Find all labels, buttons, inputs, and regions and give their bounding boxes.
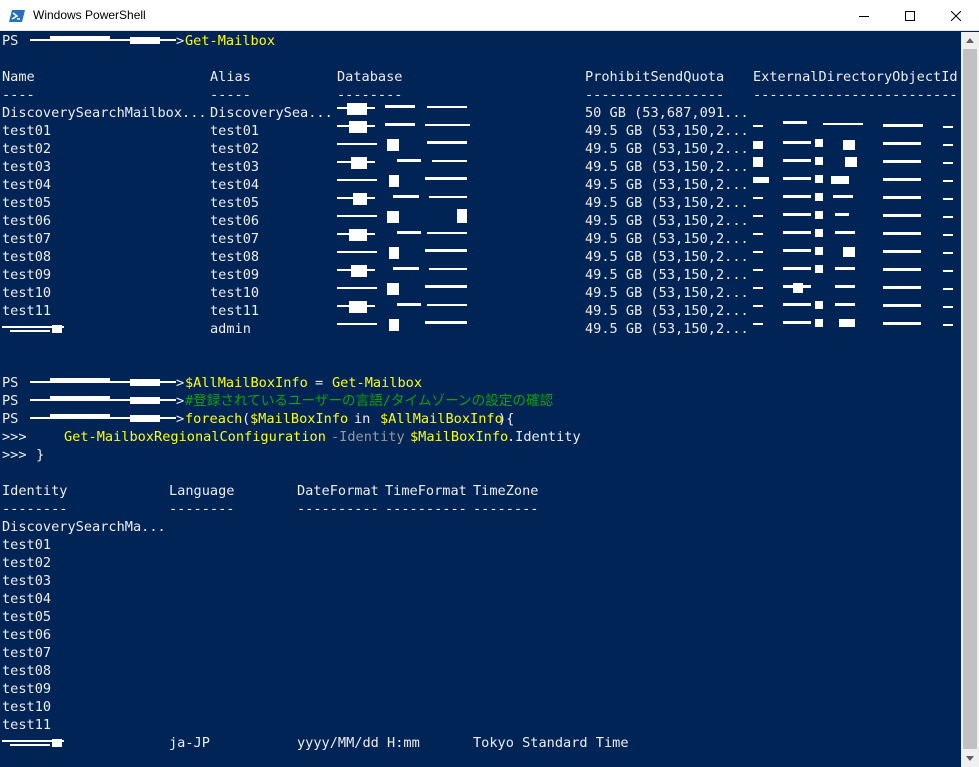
table-row: ja-JP yyyy/MM/dd H:mm Tokyo Standard Tim… <box>2 734 629 752</box>
minimize-button[interactable] <box>841 0 887 31</box>
table-row: admin 49.5 GB (53,150,2... <box>2 320 749 338</box>
table-row: DiscoverySearchMailbox... DiscoverySea..… <box>2 105 749 121</box>
powershell-icon <box>9 10 25 22</box>
prompt-arrow: > <box>176 33 185 49</box>
prompt-line: PS > Get-Mailbox <box>2 32 275 50</box>
redacted-path <box>30 414 176 422</box>
col-name: Name <box>2 69 35 85</box>
redacted-name <box>2 325 64 333</box>
prompt-line: PS > $AllMailBoxInfo = Get-Mailbox <box>2 375 423 391</box>
maximize-icon <box>905 10 915 21</box>
table-row: test02 test02 49.5 GB (53,150,2... <box>2 141 749 157</box>
ps-label: PS <box>2 33 19 49</box>
table-row: test07 test07 49.5 GB (53,150,2... <box>2 231 749 247</box>
close-icon <box>951 10 961 21</box>
table-row: test01 test01 49.5 GB (53,150,2... <box>2 123 749 139</box>
console-output[interactable]: PS > Get-Mailbox Name Alias Database Pro… <box>0 32 961 767</box>
scroll-up-button[interactable] <box>961 32 979 49</box>
chevron-down-icon <box>966 756 974 761</box>
table-header: Name Alias Database ProhibitSendQuota Ex… <box>2 68 958 86</box>
window-title: Windows PowerShell <box>33 8 146 22</box>
table-row: test11 test11 49.5 GB (53,150,2... <box>2 303 749 319</box>
col-database: Database <box>337 69 403 85</box>
minimize-icon <box>859 15 869 17</box>
col-alias: Alias <box>210 69 251 85</box>
maximize-button[interactable] <box>887 0 933 31</box>
table-row: test09 test09 49.5 GB (53,150,2... <box>2 267 749 283</box>
redacted-database-column <box>337 103 470 331</box>
table-row: test08 test08 49.5 GB (53,150,2... <box>2 249 749 265</box>
close-button[interactable] <box>933 0 979 31</box>
col-quota: ProhibitSendQuota <box>585 69 725 85</box>
col-dateformat: DateFormat <box>297 483 379 499</box>
prompt-line: PS > #登録されているユーザーの言語/タイムゾーンの設定の確認 <box>2 393 554 409</box>
table-row: test06 test06 49.5 GB (53,150,2... <box>2 213 749 229</box>
redacted-objectid-column <box>753 121 953 327</box>
col-timeformat: TimeFormat <box>385 483 467 499</box>
command-text: Get-Mailbox <box>185 33 276 49</box>
table-row: test04 test04 49.5 GB (53,150,2... <box>2 177 749 193</box>
col-identity: Identity <box>2 483 68 499</box>
col-language: Language <box>169 483 235 499</box>
comment-text: #登録されているユーザーの言語/タイムゾーンの設定の確認 <box>185 393 554 409</box>
continuation-line: >>> Get-MailboxRegionalConfiguration -Id… <box>2 429 581 445</box>
table-underline: -------- -------- ---------- ---------- … <box>2 501 539 517</box>
continuation-line: >>> } <box>2 447 45 463</box>
table-header: Identity Language DateFormat TimeFormat … <box>2 482 538 500</box>
table-underline: ---- ----- -------- ----------------- --… <box>2 87 958 103</box>
vertical-scrollbar[interactable] <box>961 32 979 767</box>
scrollbar-thumb[interactable] <box>963 49 977 749</box>
redacted-path <box>30 396 176 404</box>
col-timezone: TimeZone <box>473 483 539 499</box>
table-row: test05 test05 49.5 GB (53,150,2... <box>2 195 749 211</box>
prompt-line: PS > foreach ( $MailBoxInfo in $AllMailB… <box>2 411 515 427</box>
chevron-up-icon <box>966 38 974 43</box>
col-objectid: ExternalDirectoryObjectId <box>753 69 958 85</box>
table-row: test03 test03 49.5 GB (53,150,2... <box>2 159 749 175</box>
redacted-name <box>2 739 64 747</box>
redacted-path <box>30 36 176 44</box>
title-bar: Windows PowerShell <box>0 0 979 31</box>
table-row: test10 test10 49.5 GB (53,150,2... <box>2 285 749 301</box>
redacted-path <box>30 378 176 386</box>
scroll-down-button[interactable] <box>961 750 979 767</box>
